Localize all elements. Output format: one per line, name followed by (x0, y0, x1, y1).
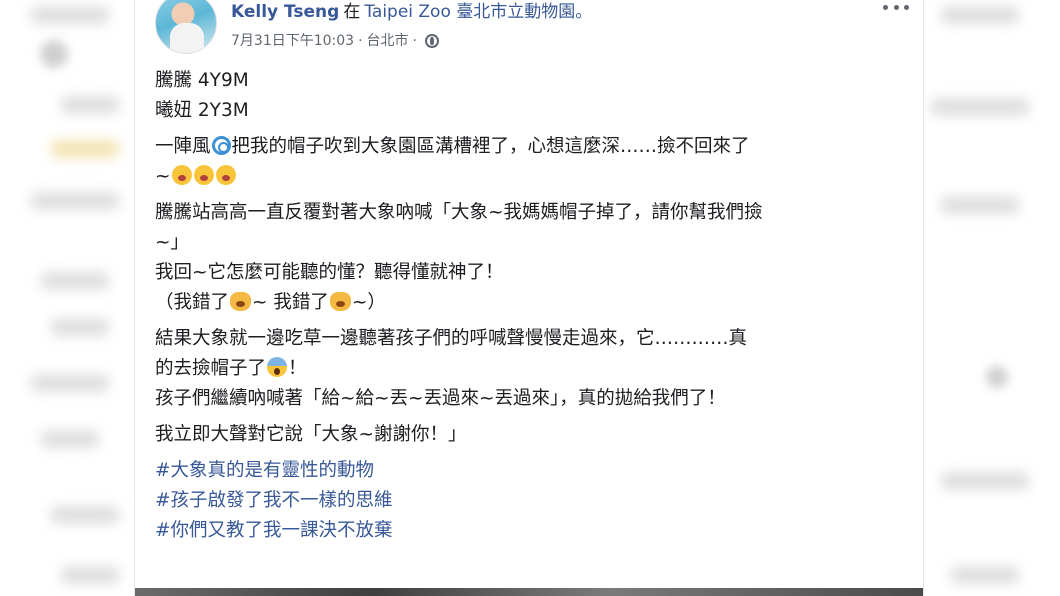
weary-cat-emoji-icon (329, 292, 351, 311)
text-line: 我回~它怎麼可能聽的懂？聽得懂就神了！ (155, 262, 504, 283)
text-line: ~」 (155, 232, 190, 253)
paragraph-elephant: 結果大象就一邊吃草一邊聽著孩子們的呼喊聲慢慢走過來，它…………真 的去撿帽子了！… (155, 324, 915, 414)
text-line: （我錯了 ~ 我錯了 ~） (155, 292, 386, 313)
crying-face-emoji-icon (171, 165, 192, 185)
paragraph-shout: 騰騰站高高一直反覆對著大象吶喊「大象~我媽媽帽子掉了，請你幫我們撿 ~」 我回~… (155, 198, 915, 318)
hashtag-link[interactable]: #你們又教了我一課決不放棄 (155, 516, 915, 546)
paragraph-names: 騰騰 4Y9M 曦妞 2Y3M (155, 66, 915, 126)
at-word: 在 (343, 2, 361, 22)
text-line: 一陣風 把我的帽子吹到大象園區溝槽裡了，心想這麼深……撿不回來了 (155, 136, 750, 157)
text-line: 騰騰 4Y9M (155, 70, 249, 91)
paragraph-thanks: 我立即大聲對它說「大象~謝謝你！」 (155, 420, 915, 450)
post-location[interactable]: 台北市 (367, 30, 409, 52)
text-line: 的去撿帽子了！ (155, 357, 307, 379)
globe-icon[interactable] (424, 34, 439, 48)
cyclone-emoji-icon (211, 136, 231, 155)
post-header: Kelly Tseng 在 Taipei Zoo 臺北市立動物園。 (231, 0, 592, 24)
text-line: 結果大象就一邊吃草一邊聽著孩子們的呼喊聲慢慢走過來，它…………真 (155, 328, 748, 349)
text-line: 騰騰站高高一直反覆對著大象吶喊「大象~我媽媽帽子掉了，請你幫我們撿 (155, 202, 763, 223)
author-name-link[interactable]: Kelly Tseng (231, 2, 339, 22)
more-options-icon[interactable] (883, 0, 909, 14)
hashtag-list: #大象真的是有靈性的動物 #孩子啟發了我不一樣的思維 #你們又教了我一課決不放棄 (155, 456, 915, 546)
hashtag-link[interactable]: #大象真的是有靈性的動物 (155, 456, 915, 486)
paragraph-wind: 一陣風 把我的帽子吹到大象園區溝槽裡了，心想這麼深……撿不回來了 ~ (155, 132, 915, 192)
post-photo-preview[interactable] (135, 588, 923, 596)
meta-separator: · (358, 33, 363, 49)
crying-face-emoji-icon (215, 165, 236, 185)
facebook-post-card: Kelly Tseng 在 Taipei Zoo 臺北市立動物園。 7月31日下午1… (134, 0, 924, 596)
text-line: ~ (155, 162, 915, 192)
crying-face-emoji-icon (193, 165, 214, 185)
meta-separator-2: · (412, 33, 417, 49)
text-line: 孩子們繼續吶喊著「給~給~丟~丟過來~丟過來」，真的拋給我們了！ (155, 388, 726, 409)
screaming-face-emoji-icon (267, 357, 288, 377)
post-timestamp-link[interactable]: 7月31日下午10:03 (231, 30, 354, 52)
weary-cat-emoji-icon (230, 292, 252, 311)
hashtag-link[interactable]: #孩子啟發了我不一樣的思維 (155, 486, 915, 516)
author-avatar[interactable] (155, 0, 217, 54)
post-meta: 7月31日下午10:03 · 台北市 · (231, 30, 439, 52)
place-link[interactable]: Taipei Zoo 臺北市立動物園。 (364, 2, 592, 22)
text-line: 我立即大聲對它說「大象~謝謝你！」 (155, 424, 467, 445)
text-line: 曦妞 2Y3M (155, 100, 249, 121)
post-body: 騰騰 4Y9M 曦妞 2Y3M 一陣風 把我的帽子吹到大象園區溝槽裡了，心想這麼深… (155, 66, 915, 552)
